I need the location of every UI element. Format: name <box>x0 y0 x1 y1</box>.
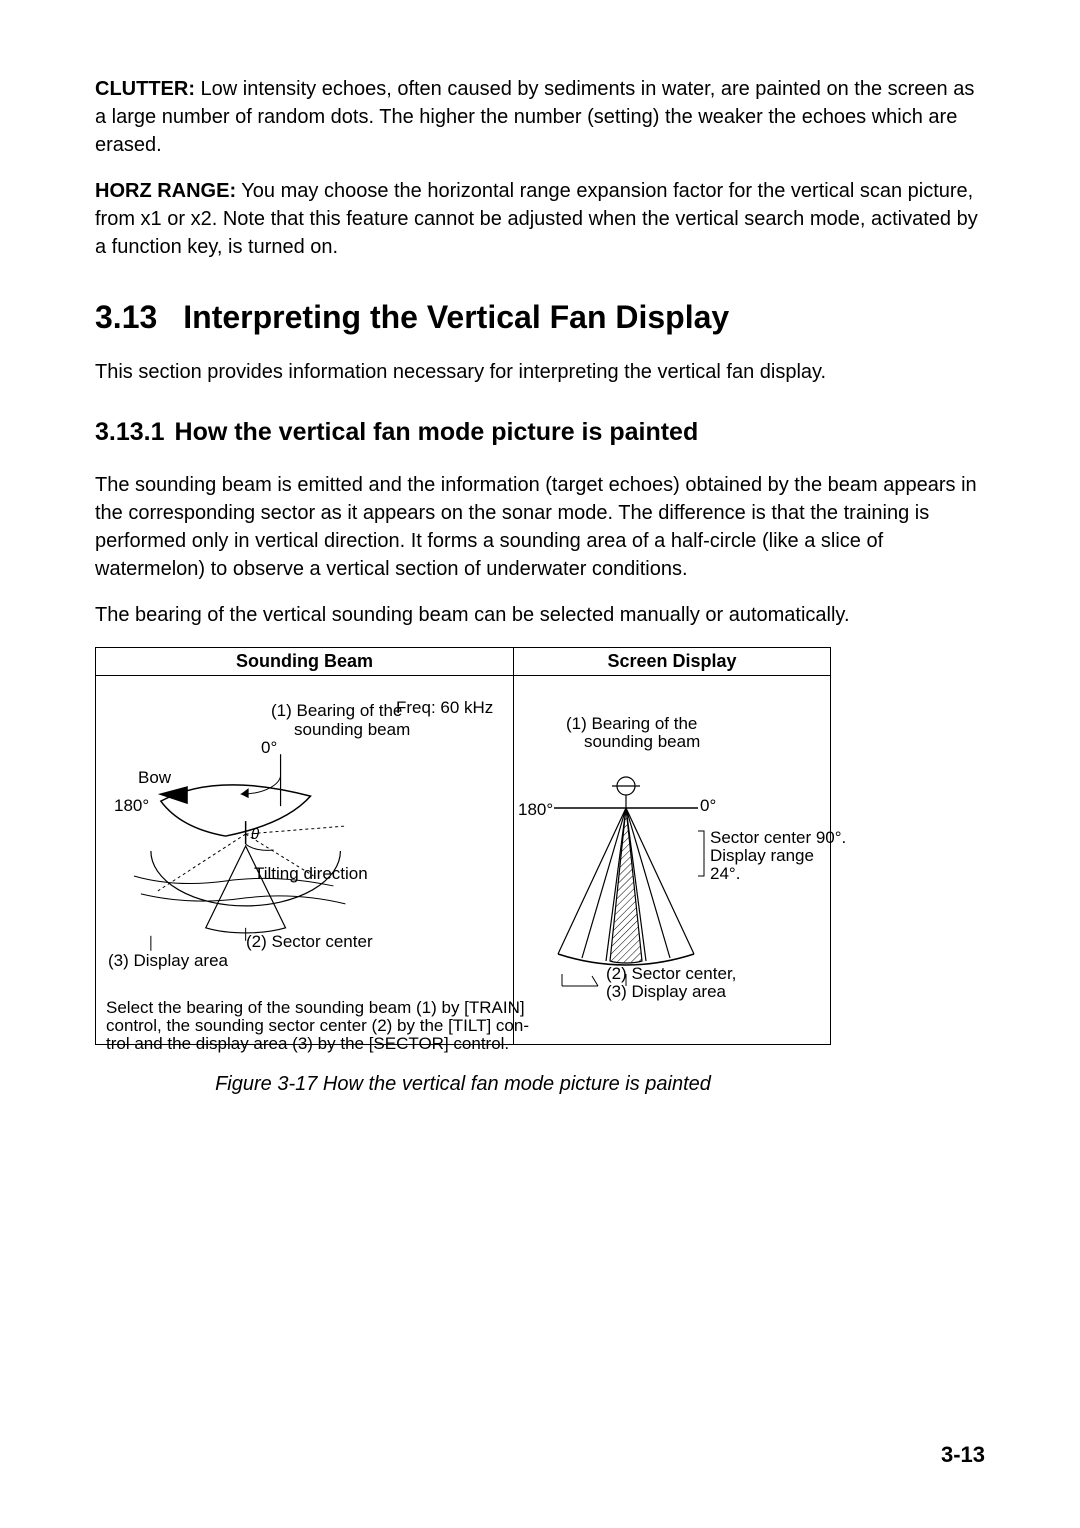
horz-lead: HORZ RANGE: <box>95 180 236 202</box>
section-title: Interpreting the Vertical Fan Display <box>183 299 729 335</box>
sector-center-label: (2) Sector center <box>246 932 373 952</box>
clutter-lead: CLUTTER: <box>95 78 195 100</box>
horz-range-paragraph: HORZ RANGE: You may choose the horizonta… <box>95 177 985 261</box>
subsection-p1: The sounding beam is emitted and the inf… <box>95 471 985 583</box>
freq-label: Freq: 60 kHz <box>396 698 493 718</box>
figure-header: Sounding Beam Screen Display <box>96 648 830 676</box>
figure-panel-left: Freq: 60 kHz (1) Bearing of the sounding… <box>96 676 514 1044</box>
a180-label: 180° <box>114 796 149 816</box>
figure-caption: Figure 3-17 How the vertical fan mode pi… <box>95 1073 831 1096</box>
subsection-heading: 3.13.1 How the vertical fan mode picture … <box>95 418 985 447</box>
theta-label: θ <box>251 826 259 844</box>
page: CLUTTER: Low intensity echoes, often cau… <box>0 0 1080 1528</box>
figure-header-right: Screen Display <box>514 648 830 675</box>
section-heading: 3.13 Interpreting the Vertical Fan Displa… <box>95 299 985 336</box>
r-bearing-2: sounding beam <box>584 732 700 752</box>
subsection-p2: The bearing of the vertical sounding bea… <box>95 601 985 629</box>
figure-panel-right: (1) Bearing of the sounding beam 180° 0°… <box>514 676 830 1044</box>
bow-label: Bow <box>138 768 171 788</box>
r-note-2: (3) Display area <box>606 982 726 1002</box>
bearing-label-2: sounding beam <box>294 720 410 740</box>
figure-box: Sounding Beam Screen Display <box>95 647 831 1045</box>
zero-deg-label: 0° <box>261 738 277 758</box>
page-number: 3-13 <box>941 1442 985 1468</box>
figure-note-3: trol and the display area (3) by the [SE… <box>106 1034 509 1054</box>
r-zero-label: 0° <box>700 796 716 816</box>
section-number: 3.13 <box>95 299 157 335</box>
figure-body: Freq: 60 kHz (1) Bearing of the sounding… <box>96 676 830 1044</box>
subsection-number: 3.13.1 <box>95 418 165 446</box>
clutter-paragraph: CLUTTER: Low intensity echoes, often cau… <box>95 75 985 159</box>
tilt-label: Tilting direction <box>254 864 368 884</box>
subsection-title: How the vertical fan mode picture is pai… <box>175 418 699 446</box>
clutter-text: Low intensity echoes, often caused by se… <box>95 78 974 156</box>
bearing-label-1: (1) Bearing of the <box>271 701 402 721</box>
r-sc-3: 24°. <box>710 864 740 884</box>
section-intro: This section provides information necess… <box>95 358 985 386</box>
r-180-label: 180° <box>518 800 553 820</box>
display-area-label: (3) Display area <box>108 951 228 971</box>
figure-header-left: Sounding Beam <box>96 648 514 675</box>
